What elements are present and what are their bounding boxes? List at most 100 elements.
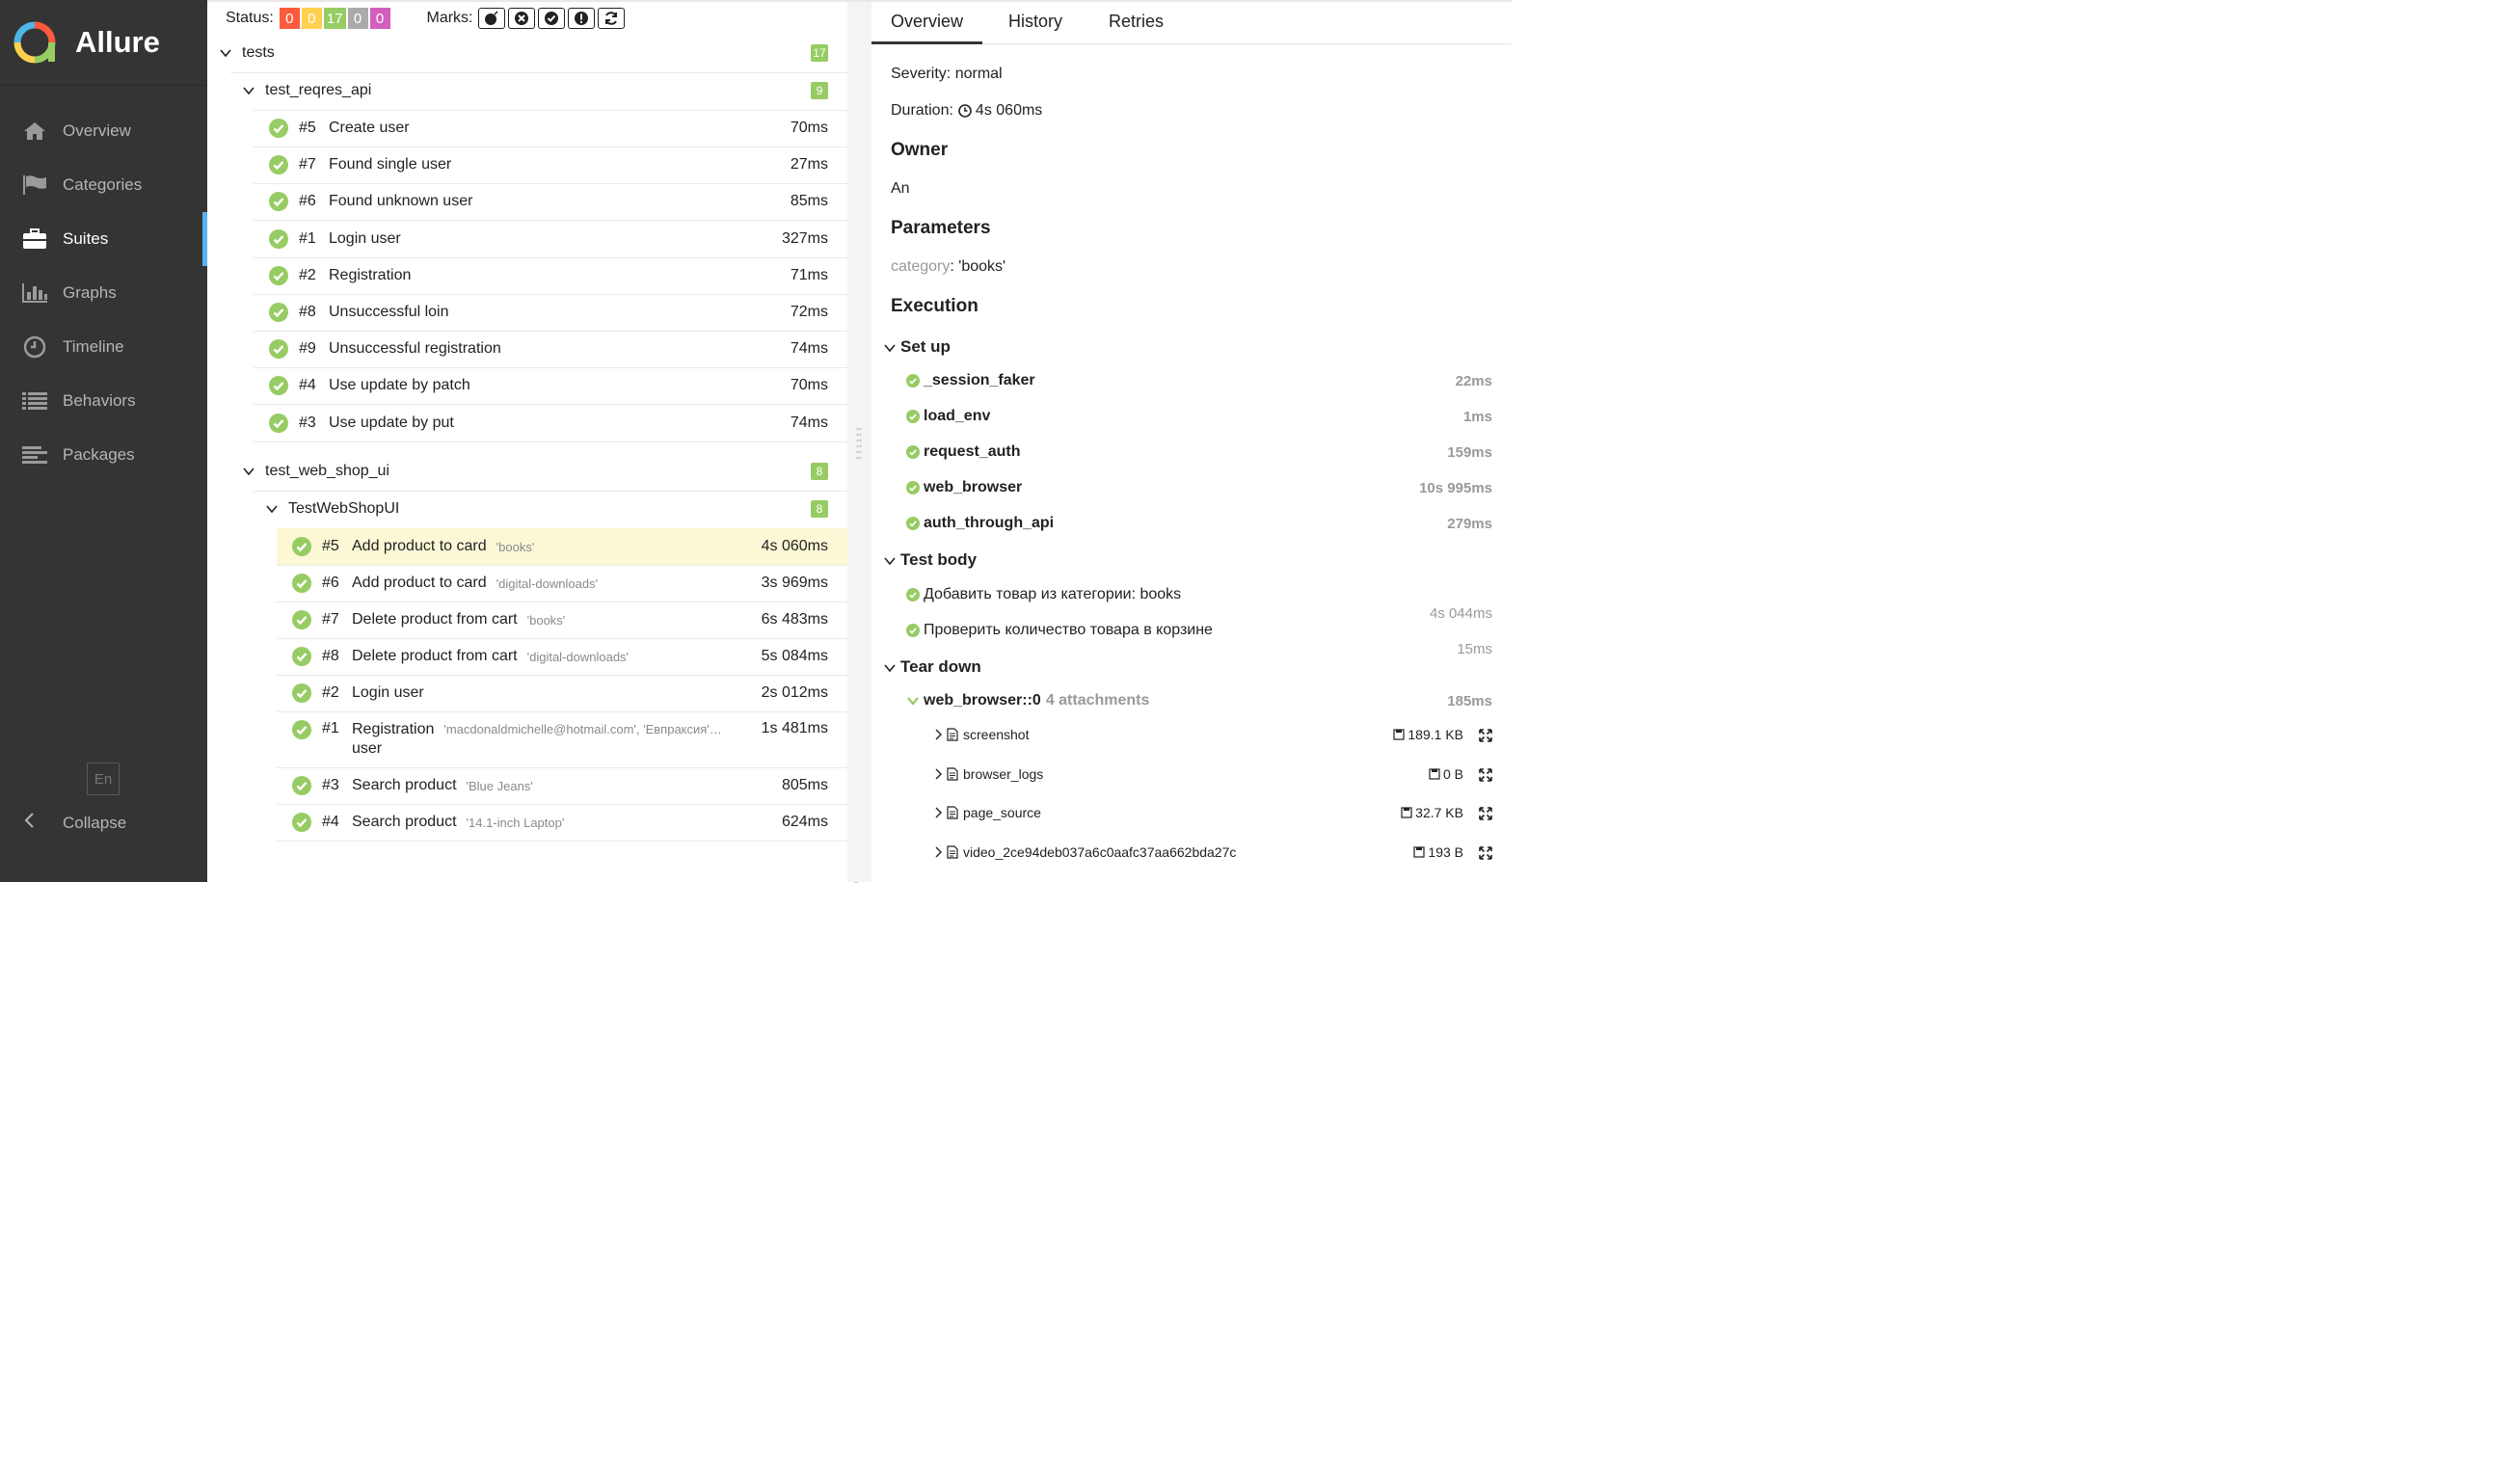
test-case-row[interactable]: #8 Unsuccessful loin 72ms: [207, 294, 847, 331]
exclamation-circle-icon: [574, 12, 588, 25]
chevron-down-icon: [242, 465, 255, 478]
setup-step[interactable]: _session_faker: [906, 372, 1035, 389]
teardown-section-toggle[interactable]: Tear down: [883, 657, 981, 677]
status-filter-failed[interactable]: 0: [279, 8, 300, 29]
test-case-row[interactable]: #1 Login user 327ms: [207, 221, 847, 257]
status-filter-skipped[interactable]: 0: [347, 8, 368, 29]
setup-section-toggle[interactable]: Set up: [883, 337, 951, 357]
chevron-down-icon: [219, 46, 232, 60]
status-filter-broken[interactable]: 0: [301, 8, 322, 29]
test-case-row[interactable]: #3 Use update by put 74ms: [207, 405, 847, 441]
test-duration: 327ms: [781, 229, 828, 247]
test-case-row[interactable]: #4 Use update by patch 70ms: [207, 367, 847, 404]
brand[interactable]: Allure: [0, 0, 207, 86]
sidebar-item-suites[interactable]: Suites: [0, 212, 207, 266]
sidebar-item-label: Categories: [63, 175, 143, 194]
test-duration: 85ms: [790, 193, 828, 210]
expand-attachment-button[interactable]: [1479, 767, 1492, 782]
duration-row: Duration: 4s 060ms: [891, 102, 1042, 120]
step-name: Проверить количество товара в корзине: [924, 622, 1213, 638]
attachment-row[interactable]: page_source: [933, 805, 1041, 820]
tree-node-tests[interactable]: tests 17: [207, 35, 847, 71]
attachment-row[interactable]: screenshot: [933, 727, 1029, 742]
tree-node-test-reqres-api[interactable]: test_reqres_api 9: [207, 72, 847, 109]
test-case-row[interactable]: #8 Delete product from cart 'digital-downl…: [207, 638, 847, 675]
test-parameters: 'macdonaldmichelle@hotmail.com', 'Евпрак…: [443, 722, 722, 736]
tab-overview[interactable]: Overview: [871, 12, 983, 44]
panel-resize-handle[interactable]: [847, 0, 871, 882]
sidebar-item-categories[interactable]: Categories: [0, 158, 207, 212]
brand-name: Allure: [75, 25, 160, 59]
expand-attachment-button[interactable]: [1479, 845, 1492, 860]
sidebar-item-timeline[interactable]: Timeline: [0, 320, 207, 374]
attachment-row[interactable]: video_2ce94deb037a6c0aafc37aa662bda27c: [933, 844, 1236, 860]
test-case-row[interactable]: #5 Create user 70ms: [207, 110, 847, 147]
teardown-step[interactable]: web_browser::0 4 attachments: [906, 692, 1149, 709]
test-name-wrap: user: [352, 740, 383, 757]
step-name: auth_through_api: [924, 515, 1055, 531]
test-body-section-toggle[interactable]: Test body: [883, 550, 977, 570]
code-file-icon: [947, 806, 958, 819]
test-number: #2: [322, 684, 339, 701]
test-case-row[interactable]: #6 Add product to card 'digital-downloads'…: [207, 565, 847, 602]
attachment-size-value: 189.1 KB: [1407, 727, 1463, 742]
section-label: Set up: [900, 337, 951, 356]
mark-retries-button[interactable]: [597, 8, 625, 29]
chevron-down-icon: [242, 84, 255, 97]
test-case-row[interactable]: #2 Registration 71ms: [207, 257, 847, 294]
expand-icon: [1479, 845, 1492, 860]
tree-node-test-web-shop-ui[interactable]: test_web_shop_ui 8: [207, 453, 847, 490]
mark-new-failed-button[interactable]: [507, 8, 535, 29]
section-label: Tear down: [900, 657, 981, 676]
setup-step[interactable]: request_auth: [906, 443, 1020, 461]
section-label: Test body: [900, 550, 978, 569]
test-case-row[interactable]: #6 Found unknown user 85ms: [207, 183, 847, 220]
body-step[interactable]: Проверить количество товара в корзине: [906, 622, 1213, 639]
test-case-row[interactable]: #4 Search product '14.1-inch Laptop' 624ms: [207, 804, 847, 841]
video-file-icon: [947, 845, 958, 859]
expand-attachment-button[interactable]: [1479, 807, 1492, 820]
test-case-row-selected[interactable]: #5 Add product to card 'books' 4s 060ms: [277, 528, 847, 565]
test-duration: 27ms: [790, 156, 828, 174]
test-case-row[interactable]: #9 Unsuccessful registration 74ms: [207, 331, 847, 367]
step-duration: 1ms: [1462, 409, 1492, 425]
language-switch-button[interactable]: En: [87, 762, 120, 795]
test-number: #7: [322, 611, 339, 628]
test-name: Add product to card: [352, 538, 487, 554]
setup-step[interactable]: load_env: [906, 408, 990, 425]
chevron-down-icon: [883, 340, 897, 354]
step-duration: 22ms: [1455, 373, 1492, 389]
attachment-row[interactable]: browser_logs: [933, 766, 1043, 782]
flag-icon: [21, 174, 48, 197]
body-step[interactable]: Добавить товар из категории: books: [906, 586, 1181, 603]
test-case-row[interactable]: #2 Login user 2s 012ms: [207, 675, 847, 711]
mark-flaky-button[interactable]: [477, 8, 505, 29]
collapse-label: Collapse: [63, 813, 127, 832]
tree-node-testwebshopui[interactable]: TestWebShopUI 8: [207, 491, 847, 527]
setup-step[interactable]: web_browser: [906, 479, 1022, 496]
group-count-badge: 17: [811, 44, 828, 62]
test-name: Registration: [352, 721, 435, 737]
setup-step[interactable]: auth_through_api: [906, 515, 1054, 532]
step-duration: 4s 044ms: [1429, 605, 1492, 622]
status-filter-passed[interactable]: 17: [323, 8, 346, 29]
attachment-name: screenshot: [963, 727, 1030, 742]
sidebar-item-behaviors[interactable]: Behaviors: [0, 374, 207, 428]
test-parameters: '14.1-inch Laptop': [466, 815, 565, 830]
test-case-row[interactable]: #1 Registration user 'macdonaldmichelle@hot…: [207, 711, 847, 767]
status-filter-unknown[interactable]: 0: [369, 8, 390, 29]
tab-retries[interactable]: Retries: [1109, 12, 1164, 32]
test-case-row[interactable]: #7 Delete product from cart 'books' 6s 483m…: [207, 602, 847, 638]
test-case-row[interactable]: #3 Search product 'Blue Jeans' 805ms: [207, 767, 847, 804]
sidebar-item-packages[interactable]: Packages: [0, 428, 207, 482]
mark-new-passed-button[interactable]: [537, 8, 565, 29]
mark-new-broken-button[interactable]: [567, 8, 595, 29]
test-case-row[interactable]: #7 Found single user 27ms: [207, 147, 847, 183]
sidebar-item-overview[interactable]: Overview: [0, 104, 207, 158]
test-name: Unsuccessful registration: [329, 340, 501, 358]
expand-attachment-button[interactable]: [1479, 729, 1492, 742]
collapse-sidebar-button[interactable]: Collapse: [23, 812, 126, 834]
chevron-right-icon: [933, 806, 943, 819]
sidebar-item-graphs[interactable]: Graphs: [0, 266, 207, 320]
tab-history[interactable]: History: [1008, 12, 1062, 32]
